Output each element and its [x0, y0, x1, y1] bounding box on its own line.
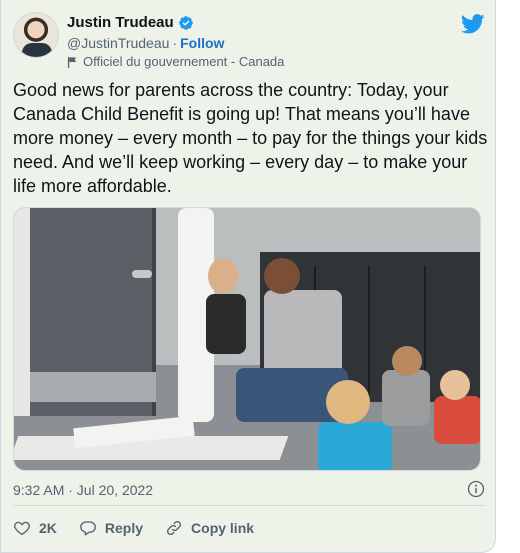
- reply-bubble-icon: [80, 521, 96, 536]
- reply-label: Reply: [104, 520, 144, 536]
- copy-link-button[interactable]: Copy link: [165, 519, 254, 537]
- like-count: 2K: [39, 520, 57, 536]
- copy-link-label: Copy link: [191, 520, 255, 536]
- tweet-media-photo[interactable]: [13, 207, 481, 471]
- separator: ·: [172, 35, 178, 51]
- author-name[interactable]: Justin Trudeau: [67, 14, 174, 31]
- info-icon[interactable]: [467, 480, 485, 498]
- handle-row: @JustinTrudeau · Follow: [67, 35, 224, 51]
- tweet-embed-card: Justin Trudeau @JustinTrudeau · Follow Off…: [0, 0, 496, 553]
- government-label-text: Officiel du gouvernement - Canada: [83, 54, 285, 69]
- follow-link[interactable]: Follow: [180, 35, 224, 51]
- tweet-text: Good news for parents across the country…: [13, 80, 493, 196]
- verified-badge-icon: [178, 15, 193, 30]
- twitter-bird-icon[interactable]: [461, 14, 485, 34]
- action-bar: 2K Reply Copy link: [13, 516, 254, 540]
- link-icon: [167, 520, 182, 536]
- like-button[interactable]: 2K: [13, 519, 57, 537]
- tweet-timestamp[interactable]: 9:32 AM · Jul 20, 2022: [13, 482, 153, 498]
- author-handle[interactable]: @JustinTrudeau: [67, 35, 169, 51]
- author-name-row: Justin Trudeau: [67, 14, 194, 31]
- timestamp-row: 9:32 AM · Jul 20, 2022: [13, 478, 485, 502]
- heart-icon: [14, 521, 30, 536]
- government-label: Officiel du gouvernement - Canada: [67, 54, 284, 69]
- flag-icon: [67, 56, 77, 68]
- divider: [13, 505, 485, 506]
- avatar[interactable]: [13, 12, 59, 58]
- reply-button[interactable]: Reply: [79, 519, 143, 537]
- tweet-header: Justin Trudeau @JustinTrudeau · Follow Off…: [13, 10, 485, 69]
